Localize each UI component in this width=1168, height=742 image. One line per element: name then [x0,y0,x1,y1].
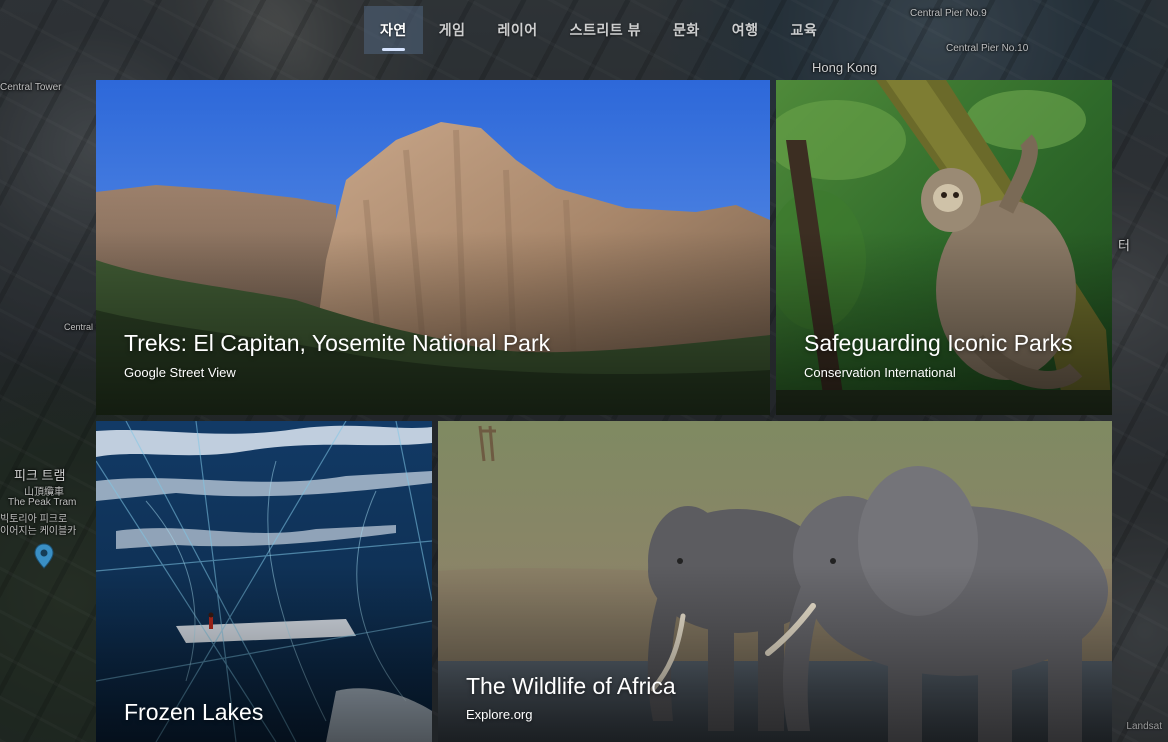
card-gradient [96,230,770,415]
map-label-central-pier-9: Central Pier No.9 [910,8,987,19]
tab-travel[interactable]: 여행 [716,6,775,54]
tab-label: 자연 [380,22,407,38]
card-source: Conservation International [804,365,956,380]
card-title: Safeguarding Iconic Parks [804,330,1073,356]
card-title: Treks: El Capitan, Yosemite National Par… [124,330,551,356]
story-card-wildlife-of-africa[interactable]: The Wildlife of Africa Explore.org [438,421,1112,742]
category-tab-bar: 자연 게임 레이어 스트리트 뷰 문화 여행 교육 [364,6,833,54]
story-card-yosemite[interactable]: Treks: El Capitan, Yosemite National Par… [96,80,770,415]
map-pin-icon[interactable] [34,543,54,569]
tab-nature[interactable]: 자연 [364,6,423,54]
tab-games[interactable]: 게임 [423,6,482,54]
story-card-frozen-lakes[interactable]: Frozen Lakes [96,421,432,742]
map-label-central-pier-10: Central Pier No.10 [946,43,1029,54]
card-title: Frozen Lakes [124,699,264,725]
map-label-central-tower: Central Tower [0,82,62,93]
map-label-peak-tram-desc2: 이어지는 케이블카 [0,526,77,537]
map-label-right: 터 [1118,238,1130,253]
tab-label: 교육 [790,22,818,38]
card-source: Explore.org [466,707,533,722]
tab-street-view[interactable]: 스트리트 뷰 [554,6,657,54]
tab-label: 문화 [672,22,700,38]
card-title: The Wildlife of Africa [466,673,676,699]
card-source: Google Street View [124,365,236,380]
map-label-peak-tram-zh: 山頂纜車 [24,487,64,498]
map-label-hong-kong: Hong Kong [812,60,878,75]
tab-layers[interactable]: 레이어 [482,6,554,54]
tab-label: 레이어 [497,22,538,38]
tab-label: 게임 [438,22,466,38]
imagery-attribution: Landsat [1126,721,1162,732]
tab-label: 여행 [731,22,759,38]
map-label-peak-tram-kr: 피크 트램 [14,468,66,483]
tab-label: 스트리트 뷰 [569,22,641,38]
tab-culture[interactable]: 문화 [657,6,716,54]
tab-education[interactable]: 교육 [775,6,834,54]
story-card-iconic-parks[interactable]: Safeguarding Iconic Parks Conservation I… [776,80,1112,415]
card-gradient [776,230,1112,415]
card-gradient [438,565,1112,742]
map-label-peak-tram-en: The Peak Tram [8,497,77,508]
